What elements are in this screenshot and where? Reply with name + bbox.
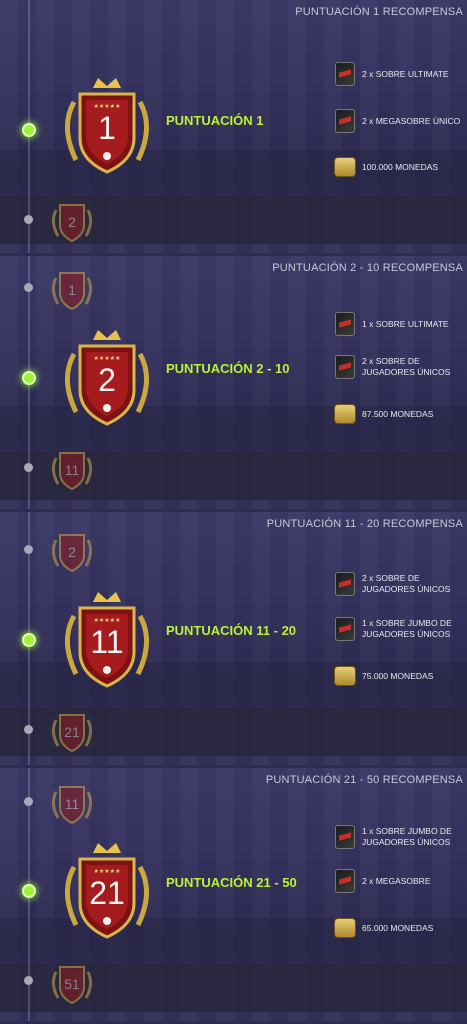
reward-text: 75.000 MONEDAS — [362, 670, 434, 681]
rank-label: PUNTUACIÓN 11 - 20 — [166, 623, 297, 638]
timeline-dot — [24, 976, 33, 985]
pack-icon — [334, 108, 356, 134]
rank-badge-small[interactable]: 2 — [48, 526, 96, 574]
rank-number: 11 — [90, 624, 124, 660]
reward-panel: PUNTUACIÓN 1 RECOMPENSA ★★★★★ 1 2 PUNTUA… — [0, 0, 467, 253]
rank-badge-small[interactable]: 21 — [48, 706, 96, 754]
rank-label: PUNTUACIÓN 1 — [166, 113, 264, 128]
reward-text: 100.000 MONEDAS — [362, 161, 439, 172]
reward-item: 65.000 MONEDAS — [334, 915, 467, 941]
pack-icon — [334, 868, 356, 894]
pack-icon — [334, 616, 356, 642]
reward-text: 2 x SOBRE DE JUGADORES ÚNICOS — [362, 573, 451, 594]
panel-title: PUNTUACIÓN 11 - 20 RECOMPENSA — [266, 518, 463, 530]
panel-title: PUNTUACIÓN 1 RECOMPENSA — [295, 6, 463, 18]
pack-icon — [334, 824, 356, 850]
timeline-active-dot — [22, 884, 36, 898]
panel-title: PUNTUACIÓN 2 - 10 RECOMPENSA — [272, 262, 463, 274]
rank-badge[interactable]: ★★★★★ 1 — [56, 72, 158, 180]
rank-number: 1 — [98, 110, 116, 146]
reward-item: 2 x SOBRE DE JUGADORES ÚNICOS — [334, 571, 467, 597]
reward-text: 2 x MEGASOBRE — [362, 875, 431, 886]
reward-item: 2 x SOBRE DE JUGADORES ÚNICOS — [334, 354, 467, 380]
rank-number: 21 — [64, 724, 80, 740]
timeline-dot — [24, 545, 33, 554]
reward-text: 1 x SOBRE JUMBO DE JUGADORES ÚNICOS — [362, 826, 452, 847]
reward-item: 1 x SOBRE ULTIMATE — [334, 311, 467, 337]
timeline-dot — [24, 725, 33, 734]
coins-icon — [334, 663, 356, 689]
reward-text: 65.000 MONEDAS — [362, 922, 434, 933]
panel-title: PUNTUACIÓN 21 - 50 RECOMPENSA — [265, 774, 463, 786]
timeline-active-dot — [22, 633, 36, 647]
rank-badge-small[interactable]: 11 — [48, 778, 96, 826]
timeline-active-dot — [22, 371, 36, 385]
reward-item: 1 x SOBRE JUMBO DE JUGADORES ÚNICOS — [334, 616, 467, 642]
rank-badge[interactable]: ★★★★★ 11 — [56, 586, 158, 694]
reward-text: 2 x SOBRE ULTIMATE — [362, 68, 449, 79]
reward-item: 1 x SOBRE JUMBO DE JUGADORES ÚNICOS — [334, 824, 467, 850]
reward-text: 2 x MEGASOBRE ÚNICO — [362, 115, 461, 126]
rank-label: PUNTUACIÓN 2 - 10 — [166, 361, 290, 376]
reward-item: 2 x MEGASOBRE ÚNICO — [334, 108, 467, 134]
reward-panel: PUNTUACIÓN 2 - 10 RECOMPENSA 1 ★★★★★ 2 1… — [0, 256, 467, 509]
reward-item: 87.500 MONEDAS — [334, 401, 467, 427]
svg-text:★★★★★: ★★★★★ — [94, 868, 121, 875]
rank-number: 2 — [98, 362, 116, 398]
timeline-dot — [24, 215, 33, 224]
reward-text: 87.500 MONEDAS — [362, 408, 434, 419]
rank-number: 21 — [89, 875, 125, 911]
reward-panel: PUNTUACIÓN 11 - 20 RECOMPENSA 2 ★★★★★ 11… — [0, 512, 467, 765]
rank-badge-small[interactable]: 1 — [48, 264, 96, 312]
rank-badge-small[interactable]: 51 — [48, 958, 96, 1006]
reward-text: 1 x SOBRE JUMBO DE JUGADORES ÚNICOS — [362, 618, 452, 639]
reward-item: 75.000 MONEDAS — [334, 663, 467, 689]
coins-icon — [334, 154, 356, 180]
reward-panel: PUNTUACIÓN 21 - 50 RECOMPENSA 11 ★★★★★ 2… — [0, 768, 467, 1021]
coins-icon — [334, 401, 356, 427]
rank-number: 51 — [64, 976, 80, 992]
rank-number: 11 — [64, 796, 80, 812]
pack-icon — [334, 61, 356, 87]
rank-badge[interactable]: ★★★★★ 2 — [56, 324, 158, 432]
rank-label: PUNTUACIÓN 21 - 50 — [166, 875, 297, 890]
rank-badge-small[interactable]: 11 — [48, 444, 96, 492]
timeline-dot — [24, 283, 33, 292]
reward-item: 2 x MEGASOBRE — [334, 868, 467, 894]
timeline-dot — [24, 463, 33, 472]
timeline-dot — [24, 797, 33, 806]
reward-text: 1 x SOBRE ULTIMATE — [362, 318, 449, 329]
rank-number: 2 — [68, 214, 76, 230]
timeline-active-dot — [22, 123, 36, 137]
svg-text:★★★★★: ★★★★★ — [94, 355, 121, 362]
reward-text: 2 x SOBRE DE JUGADORES ÚNICOS — [362, 356, 451, 377]
pack-icon — [334, 571, 356, 597]
rank-number: 1 — [68, 282, 76, 298]
rank-badge[interactable]: ★★★★★ 21 — [56, 837, 158, 945]
pack-icon — [334, 311, 356, 337]
reward-item: 2 x SOBRE ULTIMATE — [334, 61, 467, 87]
pack-icon — [334, 354, 356, 380]
rank-number: 11 — [64, 462, 80, 478]
rank-number: 2 — [68, 544, 76, 560]
rank-badge-small[interactable]: 2 — [48, 196, 96, 244]
svg-text:★★★★★: ★★★★★ — [94, 103, 121, 110]
coins-icon — [334, 915, 356, 941]
svg-text:★★★★★: ★★★★★ — [94, 617, 121, 624]
reward-item: 100.000 MONEDAS — [334, 154, 467, 180]
